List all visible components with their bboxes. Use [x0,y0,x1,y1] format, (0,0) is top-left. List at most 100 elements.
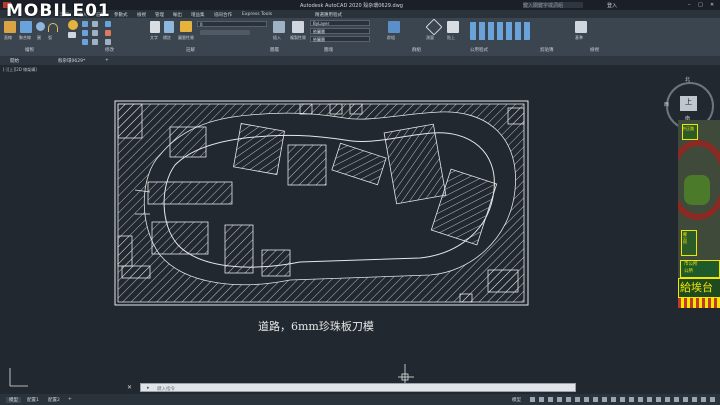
array-icon[interactable] [105,21,111,27]
block [287,144,327,186]
trim-icon[interactable] [92,21,98,27]
paste-icon[interactable] [447,21,459,33]
ribbon-tab-5[interactable]: 管理 [155,12,164,18]
ribbon-tab-3[interactable]: 參數式 [114,12,128,18]
command-input[interactable]: 鍵入指令 [157,386,175,392]
ribbon-tab-8[interactable]: 協同合作 [214,12,232,18]
line-tool-icon[interactable] [4,21,16,33]
layer-properties-button[interactable]: 圖層性質 [178,35,194,41]
watermark-logo: MOBILE01 [6,1,111,21]
clipboard-group-label: 剪貼簿 [540,48,554,53]
layer-tools-icon[interactable] [200,30,250,35]
utilities-group-label: 公用程式 [470,48,488,53]
tab-layout1[interactable]: 配置1 [27,397,39,403]
layer-properties-icon[interactable] [180,21,192,32]
mirror-icon[interactable] [82,30,88,36]
map-sign-4: 公所 [684,269,693,274]
block [233,123,285,175]
block [224,224,254,274]
stretch-icon[interactable] [82,39,88,45]
ribbon-tab-7[interactable]: 增益集 [191,12,205,18]
modify-group-label: 修改 [105,48,114,53]
ribbon-tab-4[interactable]: 檢視 [137,12,146,18]
arc-tool-icon[interactable] [48,23,58,32]
insert-block-icon[interactable] [273,21,285,33]
viewcube-west[interactable]: 西 [664,101,669,108]
fillet-icon[interactable] [92,30,98,36]
block [151,221,209,255]
viewcube-north[interactable]: 北 [685,76,690,83]
circle-button[interactable]: 圓 [37,35,41,41]
group-group-label: 群組 [412,48,421,53]
text-tool-icon[interactable] [150,21,160,33]
viewcube-top-label[interactable]: 上 [685,97,692,107]
tab-drawing[interactable]: 殼杂環0629* [58,58,85,64]
search-input[interactable]: 鍵入關鍵字或詞組 [523,2,583,9]
measure-button[interactable]: 測量 [426,35,434,41]
status-bar: 模型 配置1 配置2 + 模型 [0,394,720,405]
model-space-toggle[interactable]: 模型 [512,397,521,403]
polyline-button[interactable]: 聚合線 [19,35,31,41]
maximize-icon[interactable]: □ [698,2,703,8]
color-combo[interactable]: ByLayer [310,20,370,26]
text-button[interactable]: 文字 [150,35,158,41]
circle-tool-icon[interactable] [36,22,45,31]
tab-layout2[interactable]: 配置2 [48,397,60,403]
dimension-tool-icon[interactable] [164,21,174,33]
command-close-icon[interactable]: ✕ [127,384,132,391]
road-template-drawing [9,100,529,388]
window-title: Autodesk AutoCAD 2020 殼杂環0629.dwg [300,3,403,9]
drawing-svg [9,100,529,388]
linetype-combo[interactable]: 依圖層 [310,28,370,34]
command-prompt-icon: ▸ [147,385,150,391]
ribbon-tab-9[interactable]: Express Tools [242,12,272,17]
line-button[interactable]: 直線 [4,35,12,41]
map-sign-3: 市公所 [684,262,698,267]
match-properties-icon[interactable] [292,21,304,33]
lineweight-combo[interactable]: 依圖層 [310,36,370,42]
base-button[interactable]: 基準 [575,35,583,41]
map-bottom-strip [678,298,720,308]
draw-group-label: 繪製 [25,48,34,53]
ribbon-tab-6[interactable]: 輸出 [173,12,182,18]
insert-button[interactable]: 插入 [273,35,281,41]
base-icon[interactable] [575,21,587,33]
map-image-strip: 中正路 鄉公所 市公所 公所 給埃台 [678,120,720,308]
copy-icon[interactable] [68,32,76,38]
block-group-label: 圖塊 [324,48,333,53]
scale-icon[interactable] [92,39,98,45]
block [121,265,151,279]
group-icon[interactable] [388,21,400,33]
minimize-icon[interactable]: – [688,2,691,8]
sign-in-link[interactable]: 登入 [607,2,617,9]
command-line[interactable]: ✕ ▸ 鍵入指令 [127,383,576,392]
explode-icon[interactable] [105,39,111,45]
paste-button[interactable]: 貼上 [447,35,455,41]
arc-button[interactable]: 弧 [48,35,52,41]
move-icon[interactable] [68,20,78,30]
dimension-button[interactable]: 標註 [163,35,171,41]
block [147,181,233,205]
clipboard-tools-icon[interactable] [470,22,530,40]
tab-start[interactable]: 開始 [10,58,19,64]
match-properties-button[interactable]: 複製性質 [290,35,306,41]
status-tools-icon[interactable] [530,397,716,402]
view-group-label: 檢視 [590,48,599,53]
block [117,103,143,139]
new-tab-button[interactable]: + [105,58,109,63]
block [487,269,519,293]
group-button[interactable]: 群組 [387,35,395,41]
block [507,107,525,125]
ribbon-tab-10[interactable]: 精選應用程式 [315,12,342,18]
polyline-tool-icon[interactable] [20,21,32,33]
annotation-group-label: 註解 [186,48,195,53]
close-icon[interactable]: ✕ [710,2,714,8]
erase-icon[interactable] [105,30,111,36]
block [349,103,363,115]
measure-icon[interactable] [425,18,443,36]
layer-combo[interactable]: 0 [197,21,267,27]
tab-model[interactable]: 模型 [6,397,21,403]
block [117,235,133,267]
rotate-icon[interactable] [82,21,88,27]
add-layout-button[interactable]: + [68,397,72,402]
